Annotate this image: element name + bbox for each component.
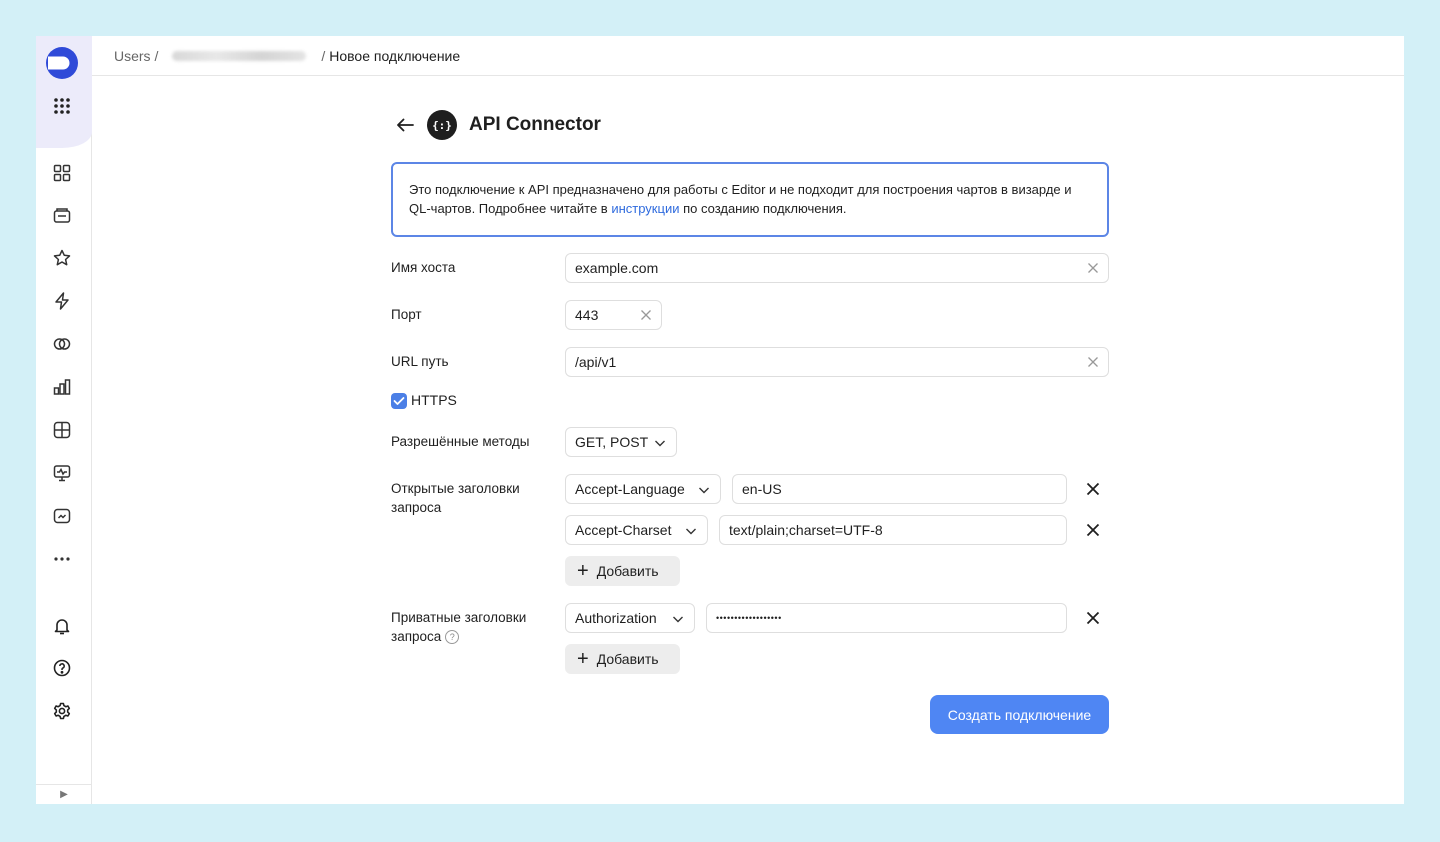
chevron-down-icon xyxy=(673,616,683,623)
path-input[interactable]: /api/v1 xyxy=(565,347,1109,377)
public-header-value-input[interactable]: en-US xyxy=(732,474,1067,504)
clear-path-icon[interactable] xyxy=(1086,355,1100,369)
dashboards-icon[interactable] xyxy=(52,163,72,183)
host-label: Имя хоста xyxy=(391,260,456,275)
chevron-down-icon xyxy=(655,440,665,447)
chevron-down-icon xyxy=(699,487,709,494)
datasets-icon[interactable] xyxy=(52,334,72,354)
methods-value: GET, POST xyxy=(575,434,649,450)
add-private-header-label: Добавить xyxy=(596,651,659,667)
dashboard-grid-icon[interactable] xyxy=(52,420,72,440)
private-header-name: Authorization xyxy=(575,610,657,626)
public-header-name-select[interactable]: Accept-Charset xyxy=(565,515,708,545)
remove-public-header-button[interactable] xyxy=(1084,521,1102,539)
apps-grid-icon[interactable] xyxy=(52,96,72,116)
https-checkbox[interactable] xyxy=(391,393,407,409)
instructions-link[interactable]: инструкции xyxy=(611,201,679,216)
host-value: example.com xyxy=(575,260,659,276)
sidebar-expand-button[interactable]: ▶ xyxy=(36,784,92,804)
path-label: URL путь xyxy=(391,354,449,369)
more-icon[interactable] xyxy=(52,549,72,569)
plus-icon: + xyxy=(577,648,589,670)
connections-bolt-icon[interactable] xyxy=(52,291,72,311)
breadcrumb: Users / / Новое подключение xyxy=(92,36,1404,76)
settings-gear-icon[interactable] xyxy=(52,701,72,721)
https-label[interactable]: HTTPS xyxy=(411,391,457,410)
port-input[interactable]: 443 xyxy=(565,300,662,330)
public-header-value-input[interactable]: text/plain;charset=UTF-8 xyxy=(719,515,1067,545)
clear-port-icon[interactable] xyxy=(639,308,653,322)
sidebar: ▶ xyxy=(36,36,92,804)
public-header-value: text/plain;charset=UTF-8 xyxy=(729,522,883,538)
folder-icon[interactable] xyxy=(52,506,72,526)
public-header-name: Accept-Language xyxy=(575,481,685,497)
page-title: API Connector xyxy=(469,114,601,135)
breadcrumb-hidden-folder[interactable] xyxy=(172,50,307,61)
path-value: /api/v1 xyxy=(575,354,617,370)
remove-private-header-button[interactable] xyxy=(1084,609,1102,627)
remove-public-header-button[interactable] xyxy=(1084,480,1102,498)
create-connection-button[interactable]: Создать подключение xyxy=(930,695,1109,734)
breadcrumb-current: Новое подключение xyxy=(329,47,461,64)
app-window: ▶ Users / / Новое подключение {:} API Co… xyxy=(36,36,1404,804)
datalens-logo-icon[interactable] xyxy=(45,46,79,80)
private-header-value-input[interactable]: •••••••••••••••••• xyxy=(706,603,1067,633)
breadcrumb-separator: / xyxy=(321,47,326,64)
public-header-value: en-US xyxy=(742,481,782,497)
methods-label: Разрешённые методы xyxy=(391,434,530,449)
arrow-left-icon xyxy=(397,118,414,132)
info-alert: Это подключение к API предназначено для … xyxy=(391,162,1109,237)
question-mark-icon[interactable]: ? xyxy=(445,630,460,645)
close-icon xyxy=(1086,611,1100,625)
chevron-down-icon xyxy=(686,528,696,535)
notifications-bell-icon[interactable] xyxy=(52,616,72,636)
public-header-name-select[interactable]: Accept-Language xyxy=(565,474,721,504)
public-headers-label: Открытые заголовки запроса xyxy=(391,481,520,515)
close-icon xyxy=(1086,523,1100,537)
clear-host-icon[interactable] xyxy=(1086,261,1100,275)
expand-arrow-icon: ▶ xyxy=(60,789,68,800)
private-headers-label: Приватные заголовки запроса? xyxy=(391,608,551,646)
back-button[interactable] xyxy=(391,111,419,139)
host-input[interactable]: example.com xyxy=(565,253,1109,283)
breadcrumb-root[interactable]: Users / xyxy=(114,48,158,64)
private-header-name-select[interactable]: Authorization xyxy=(565,603,695,633)
port-label: Порт xyxy=(391,307,422,322)
close-icon xyxy=(1086,482,1100,496)
add-private-header-button[interactable]: + Добавить xyxy=(565,644,680,674)
private-header-value: •••••••••••••••••• xyxy=(716,613,782,623)
check-icon xyxy=(393,397,405,405)
favorites-star-icon[interactable] xyxy=(52,248,72,268)
port-value: 443 xyxy=(575,307,599,323)
sidebar-header xyxy=(36,36,92,148)
methods-select[interactable]: GET, POST xyxy=(565,427,677,457)
add-public-header-label: Добавить xyxy=(596,563,659,579)
help-icon[interactable] xyxy=(52,658,72,678)
info-text-after: по созданию подключения. xyxy=(679,201,847,216)
api-connector-icon: {:} xyxy=(427,110,457,140)
monitoring-icon[interactable] xyxy=(52,463,72,483)
page-header: {:} API Connector xyxy=(391,110,601,140)
charts-icon[interactable] xyxy=(52,377,72,397)
public-header-name: Accept-Charset xyxy=(575,522,672,538)
collections-icon[interactable] xyxy=(52,205,72,225)
plus-icon: + xyxy=(577,560,589,582)
add-public-header-button[interactable]: + Добавить xyxy=(565,556,680,586)
